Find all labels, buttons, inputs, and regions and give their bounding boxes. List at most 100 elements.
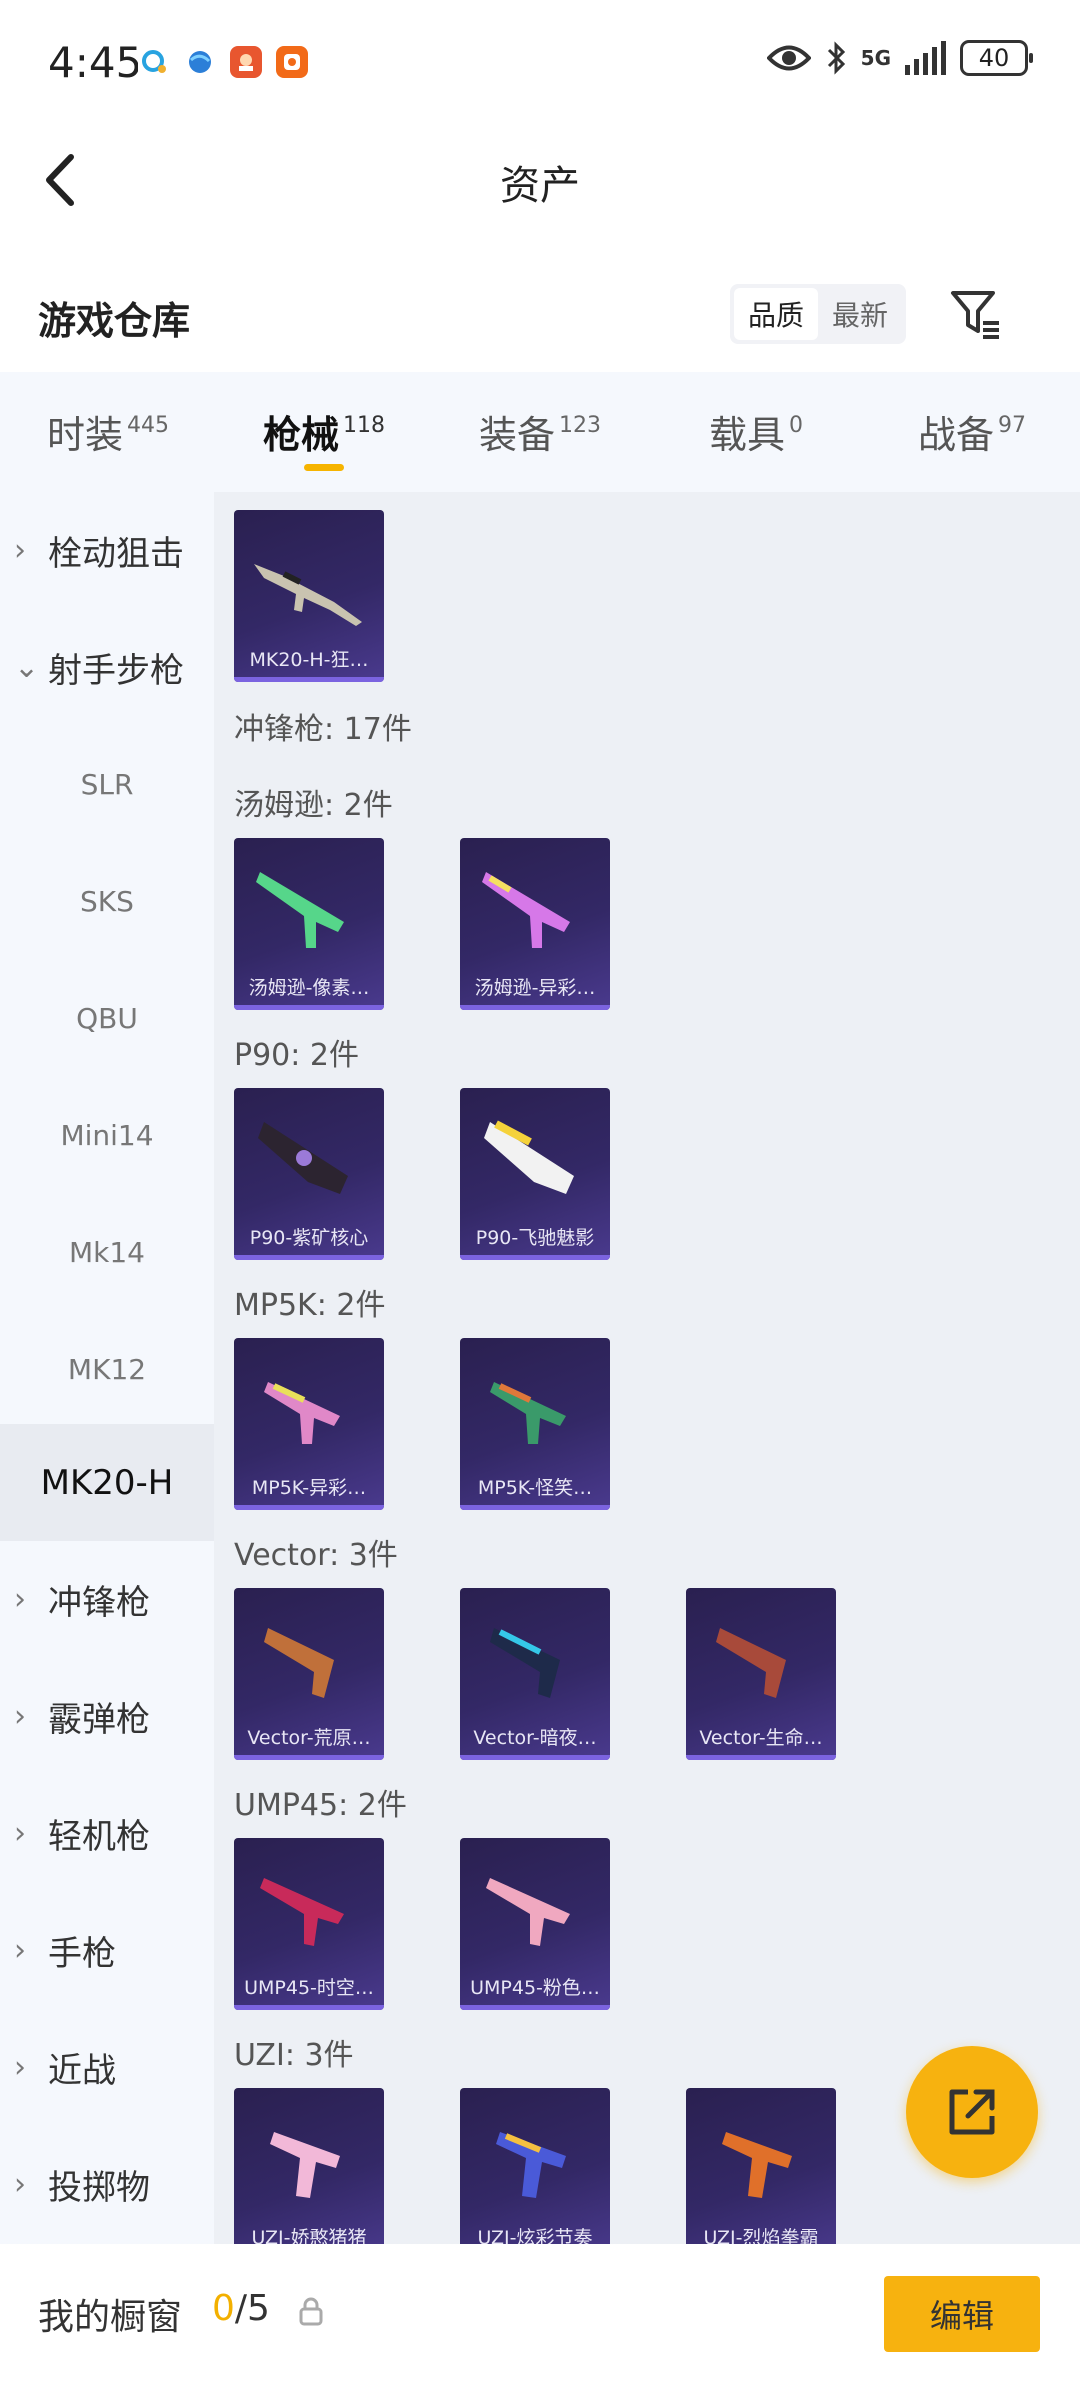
weapon-card-vector-3[interactable]: Vector-生命… (686, 1588, 836, 1760)
battery-indicator: 40 (960, 40, 1033, 76)
warehouse-bar: 游戏仓库 品质 最新 (0, 262, 1080, 372)
sidebar-item-mk20h[interactable]: MK20-H (0, 1424, 214, 1541)
weapon-card-label: MP5K-异彩… (251, 1477, 367, 1499)
weapon-card-uzi-2[interactable]: UZI-炫彩节奏 (460, 2088, 610, 2244)
smg-icon (486, 1878, 570, 1946)
sidebar-item-marksman[interactable]: ⌄ 射手步枪 (0, 609, 214, 726)
status-time: 4:45 (48, 38, 143, 87)
app-header: 资产 (0, 125, 1080, 235)
notification-icons (138, 46, 308, 78)
signal-icon (905, 41, 946, 75)
weapon-card-vector-2[interactable]: Vector-暗夜… (460, 1588, 610, 1760)
chevron-right-icon: › (14, 1816, 26, 1851)
sidebar-item-slr[interactable]: SLR (0, 726, 214, 843)
group-label-thompson: 汤姆逊: 2件 (234, 788, 393, 823)
showcase-label: 我的橱窗 (38, 2297, 183, 2338)
weapon-card-label: Vector-暗夜… (473, 1727, 597, 1749)
chevron-right-icon: › (14, 533, 26, 568)
lock-icon (299, 2297, 323, 2326)
tab-equipment[interactable]: 装备 123 (432, 372, 648, 492)
smg-icon (496, 2132, 566, 2198)
group-header-smg: 冲锋枪: 17件 (234, 712, 412, 747)
weapon-card-label: UMP45-粉色… (470, 1977, 600, 1999)
weapon-card-label: UZI-烈焰拳霸 (703, 2227, 819, 2244)
smg-icon (260, 1878, 344, 1946)
smg-icon (490, 1382, 566, 1444)
weapon-card-ump45-2[interactable]: UMP45-粉色… (460, 1838, 610, 2010)
tab-fashion[interactable]: 时装 445 (0, 372, 216, 492)
weapon-card-mk20h[interactable]: MK20-H-狂… (234, 510, 384, 682)
weapon-card-thompson-2[interactable]: 汤姆逊-异彩… (460, 838, 610, 1010)
sort-newest-button[interactable]: 最新 (818, 288, 902, 340)
network-type: 5G (860, 46, 891, 70)
smg-icon (270, 2132, 340, 2198)
group-label-vector: Vector: 3件 (234, 1538, 398, 1573)
chevron-right-icon: › (14, 2167, 26, 2202)
tab-vehicles[interactable]: 载具 0 (648, 372, 864, 492)
eye-icon (766, 45, 811, 71)
sidebar-item-throwable[interactable]: › 投掷物 (0, 2126, 214, 2243)
weapon-card-label: 汤姆逊-异彩… (474, 977, 596, 999)
weapon-card-thompson-1[interactable]: 汤姆逊-像素… (234, 838, 384, 1010)
sort-quality-button[interactable]: 品质 (734, 288, 818, 340)
sidebar-item-pistol[interactable]: › 手枪 (0, 1892, 214, 2009)
filter-icon (951, 291, 999, 339)
weapon-card-label: 汤姆逊-像素… (248, 977, 370, 999)
chevron-right-icon: › (14, 2050, 26, 2085)
group-label-mp5k: MP5K: 2件 (234, 1288, 386, 1323)
sidebar-item-sks[interactable]: SKS (0, 843, 214, 960)
game-app-icon (230, 46, 262, 78)
sidebar-item-shotgun[interactable]: › 霰弹枪 (0, 1658, 214, 1775)
chevron-right-icon: › (14, 1699, 26, 1734)
weapon-card-label: MK20-H-狂… (249, 649, 369, 671)
smg-icon (256, 872, 344, 948)
section-title: 游戏仓库 (38, 299, 191, 343)
weapon-card-vector-1[interactable]: Vector-荒原… (234, 1588, 384, 1760)
sidebar-item-smg[interactable]: › 冲锋枪 (0, 1541, 214, 1658)
external-link-icon (949, 2089, 995, 2135)
weapon-card-p90-1[interactable]: P90-紫矿核心 (234, 1088, 384, 1260)
weapon-category-sidebar: › 栓动狙击 ⌄ 射手步枪 SLR SKS QBU Mini14 Mk14 MK12… (0, 492, 214, 2244)
weapon-card-ump45-1[interactable]: UMP45-时空… (234, 1838, 384, 2010)
edit-button[interactable]: 编辑 (884, 2276, 1040, 2352)
sort-toggle: 品质 最新 (730, 284, 906, 344)
sidebar-item-qbu[interactable]: QBU (0, 960, 214, 1077)
page-title: 资产 (500, 163, 580, 209)
chevron-right-icon: › (14, 1933, 26, 1968)
bluetooth-icon (827, 41, 845, 75)
showcase-count: 0/5 (212, 2288, 270, 2329)
group-label-ump45: UMP45: 2件 (234, 1788, 407, 1823)
tab-supplies[interactable]: 战备 97 (864, 372, 1080, 492)
chevron-right-icon: › (14, 1582, 26, 1617)
weapon-card-label: MP5K-怪笑… (477, 1477, 593, 1499)
smg-icon (482, 872, 570, 948)
content-area: › 栓动狙击 ⌄ 射手步枪 SLR SKS QBU Mini14 Mk14 MK12… (0, 492, 1080, 2244)
share-button[interactable] (906, 2046, 1038, 2178)
rifle-icon (254, 564, 362, 626)
weapon-card-label: Vector-荒原… (247, 1727, 371, 1749)
category-tabs: 时装 445 枪械 118 装备 123 载具 0 战备 97 (0, 372, 1080, 492)
sidebar-item-mini14[interactable]: Mini14 (0, 1077, 214, 1194)
sidebar-item-lmg[interactable]: › 轻机枪 (0, 1775, 214, 1892)
weapon-card-uzi-3[interactable]: UZI-烈焰拳霸 (686, 2088, 836, 2244)
group-label-p90: P90: 2件 (234, 1038, 359, 1073)
sidebar-item-melee[interactable]: › 近战 (0, 2009, 214, 2126)
sidebar-item-mk14[interactable]: Mk14 (0, 1194, 214, 1311)
filter-button[interactable] (944, 282, 1008, 346)
smg-icon (258, 1122, 348, 1194)
smg-icon (264, 1628, 334, 1698)
chevron-down-icon: ⌄ (14, 650, 40, 685)
weapon-card-uzi-1[interactable]: UZI-娇憨猪猪 (234, 2088, 384, 2244)
showcase-bar: 我的橱窗 0/5 编辑 (0, 2244, 1080, 2381)
weapon-card-p90-2[interactable]: P90-飞驰魅影 (460, 1088, 610, 1260)
status-bar: 4:45 5G 40 (0, 0, 1080, 125)
sidebar-item-bolt-sniper[interactable]: › 栓动狙击 (0, 492, 214, 609)
weapon-card-mp5k-2[interactable]: MP5K-怪笑… (460, 1338, 610, 1510)
weapon-card-mp5k-1[interactable]: MP5K-异彩… (234, 1338, 384, 1510)
smg-icon (722, 2132, 792, 2198)
sidebar-item-mk12[interactable]: MK12 (0, 1311, 214, 1428)
weapon-grid: MK20-H-狂… 冲锋枪: 17件 汤姆逊: 2件 汤姆逊-像素… 汤姆逊-异… (214, 492, 1080, 2244)
group-label-uzi: UZI: 3件 (234, 2038, 354, 2073)
active-tab-indicator (304, 464, 344, 471)
tab-firearms[interactable]: 枪械 118 (216, 372, 432, 492)
